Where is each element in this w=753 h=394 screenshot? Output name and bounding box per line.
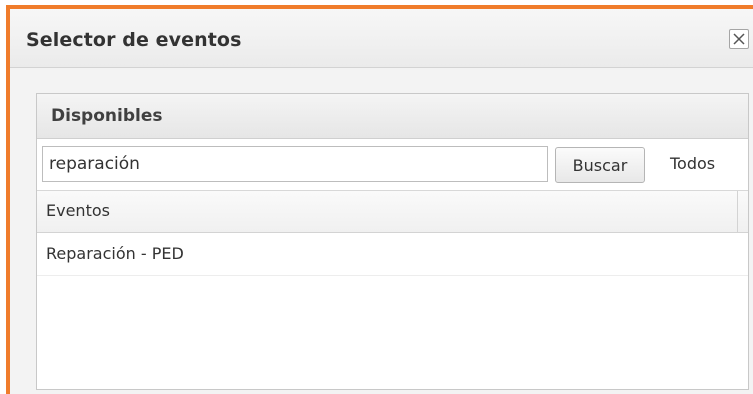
search-input[interactable] xyxy=(42,146,548,182)
dialog-header: Selector de eventos xyxy=(10,9,753,68)
close-button[interactable] xyxy=(729,29,749,49)
search-row: Buscar Todos xyxy=(37,139,748,191)
column-divider xyxy=(737,191,738,232)
close-icon xyxy=(733,33,745,45)
event-selector-dialog: Selector de eventos Disponibles Buscar T… xyxy=(6,5,753,394)
all-link[interactable]: Todos xyxy=(670,154,715,173)
panel-title: Disponibles xyxy=(51,106,163,126)
event-name-cell: Reparación - PED xyxy=(46,244,184,263)
available-panel: Disponibles Buscar Todos Eventos Reparac… xyxy=(36,93,749,390)
panel-header: Disponibles xyxy=(37,94,748,139)
table-row[interactable]: Reparación - PED xyxy=(37,233,748,276)
dialog-title: Selector de eventos xyxy=(26,29,242,51)
search-button[interactable]: Buscar xyxy=(555,147,645,183)
table-header: Eventos xyxy=(37,191,748,233)
column-header-events[interactable]: Eventos xyxy=(46,201,110,220)
